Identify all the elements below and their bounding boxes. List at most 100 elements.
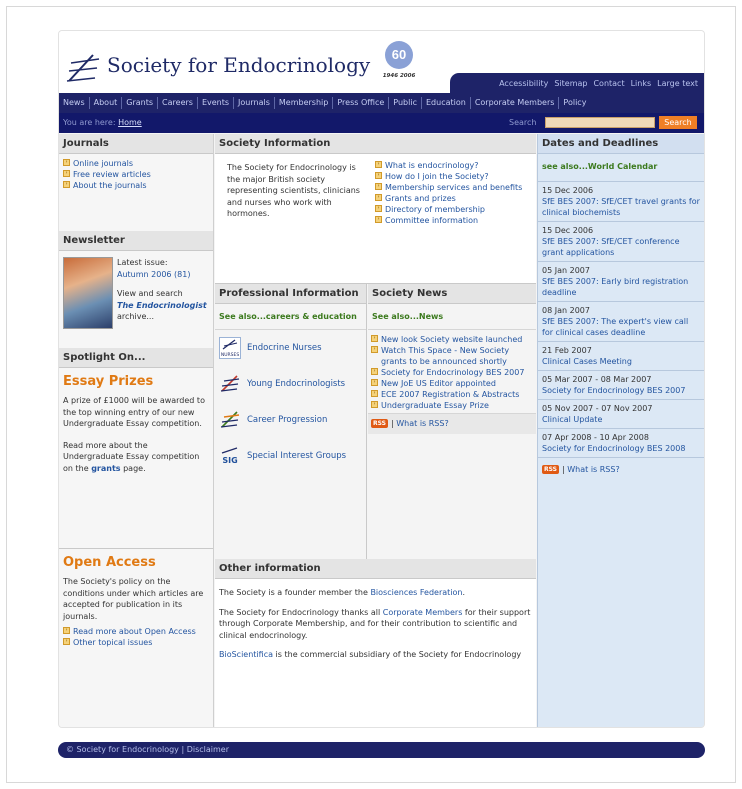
list-item[interactable]: 05 Mar 2007 - 08 Mar 2007 Society for End…: [538, 371, 704, 400]
see-also-news-link[interactable]: News: [419, 312, 443, 321]
journal-link-online[interactable]: Online journals: [73, 159, 133, 168]
news-link[interactable]: ECE 2007 Registration & Abstracts: [381, 390, 519, 399]
newsletter-cover-image[interactable]: [63, 257, 113, 329]
list-item[interactable]: › Undergraduate Essay Prize: [371, 400, 533, 411]
event-link[interactable]: SfE BES 2007: Early bird registration de…: [542, 276, 700, 298]
list-item[interactable]: › Free review articles: [63, 169, 209, 180]
site-title[interactable]: Society for Endocrinology: [107, 53, 370, 77]
list-item[interactable]: Young Endocrinologists: [215, 366, 366, 402]
list-item[interactable]: › Other topical issues: [63, 637, 209, 648]
list-item[interactable]: › ECE 2007 Registration & Abstracts: [371, 389, 533, 400]
list-item[interactable]: › What is endocrinology?: [375, 160, 527, 171]
nav-journals[interactable]: Journals: [234, 97, 275, 109]
utility-link-large-text[interactable]: Large text: [657, 79, 698, 88]
bullet-icon: ›: [375, 216, 382, 223]
spotlight-title[interactable]: Essay Prizes: [63, 374, 209, 389]
open-access-title[interactable]: Open Access: [63, 555, 209, 570]
list-item[interactable]: › About the journals: [63, 180, 209, 191]
info-link[interactable]: Directory of membership: [385, 205, 485, 214]
nav-membership[interactable]: Membership: [275, 97, 334, 109]
list-item[interactable]: › New JoE US Editor appointed: [371, 378, 533, 389]
what-is-rss-link[interactable]: What is RSS?: [396, 419, 448, 428]
utility-link-accessibility[interactable]: Accessibility: [499, 79, 548, 88]
nav-careers[interactable]: Careers: [158, 97, 198, 109]
nav-education[interactable]: Education: [422, 97, 471, 109]
society-logo-icon[interactable]: [63, 51, 103, 87]
list-item[interactable]: 05 Jan 2007 SfE BES 2007: Early bird regi…: [538, 262, 704, 302]
news-link[interactable]: Society for Endocrinology BES 2007: [381, 368, 524, 377]
footer-text[interactable]: © Society for Endocrinology | Disclaimer: [66, 745, 229, 754]
list-item[interactable]: › Read more about Open Access: [63, 626, 209, 637]
young-endocrinologists-link[interactable]: Young Endocrinologists: [247, 379, 345, 389]
list-item[interactable]: › Society for Endocrinology BES 2007: [371, 367, 533, 378]
list-item[interactable]: 15 Dec 2006 SfE BES 2007: SfE/CET travel …: [538, 182, 704, 222]
info-link[interactable]: Grants and prizes: [385, 194, 456, 203]
event-link[interactable]: Society for Endocrinology BES 2008: [542, 443, 700, 454]
event-link[interactable]: Clinical Update: [542, 414, 700, 425]
world-calendar-link[interactable]: World Calendar: [588, 162, 657, 171]
list-item[interactable]: 07 Apr 2008 - 10 Apr 2008 Society for End…: [538, 429, 704, 458]
info-link[interactable]: How do I join the Society?: [385, 172, 489, 181]
see-also-careers-link[interactable]: careers & education: [266, 312, 357, 321]
corporate-members-link[interactable]: Corporate Members: [383, 608, 463, 617]
rss-icon[interactable]: RSS: [371, 419, 388, 428]
nav-about[interactable]: About: [90, 97, 123, 109]
nurses-icon: NURSES: [219, 337, 241, 359]
info-link[interactable]: Membership services and benefits: [385, 183, 522, 192]
special-interest-groups-link[interactable]: Special Interest Groups: [247, 451, 346, 461]
list-item[interactable]: 05 Nov 2007 - 07 Nov 2007 Clinical Update: [538, 400, 704, 429]
endocrine-nurses-link[interactable]: Endocrine Nurses: [247, 343, 322, 353]
rss-icon[interactable]: RSS: [542, 465, 559, 474]
utility-link-sitemap[interactable]: Sitemap: [554, 79, 587, 88]
event-link[interactable]: SfE BES 2007: SfE/CET conference grant a…: [542, 236, 700, 258]
breadcrumb-home-link[interactable]: Home: [118, 118, 142, 127]
nav-corporate-members[interactable]: Corporate Members: [471, 97, 560, 109]
nav-news[interactable]: News: [59, 97, 90, 109]
list-item[interactable]: NURSES Endocrine Nurses: [215, 330, 366, 366]
nav-press-office[interactable]: Press Office: [333, 97, 390, 109]
list-item[interactable]: › Membership services and benefits: [375, 182, 527, 193]
topical-issues-link[interactable]: Other topical issues: [73, 638, 152, 647]
nav-policy[interactable]: Policy: [559, 97, 590, 109]
what-is-rss-link[interactable]: What is RSS?: [567, 465, 619, 474]
search-input[interactable]: [545, 117, 655, 128]
newsletter-latest-link[interactable]: Autumn 2006 (81): [117, 269, 212, 281]
list-item[interactable]: › Grants and prizes: [375, 193, 527, 204]
list-item[interactable]: 15 Dec 2006 SfE BES 2007: SfE/CET confere…: [538, 222, 704, 262]
utility-link-links[interactable]: Links: [631, 79, 652, 88]
event-link[interactable]: Society for Endocrinology BES 2007: [542, 385, 700, 396]
list-item[interactable]: › Directory of membership: [375, 204, 527, 215]
list-item[interactable]: 21 Feb 2007 Clinical Cases Meeting: [538, 342, 704, 371]
list-item[interactable]: › New look Society website launched: [371, 334, 533, 345]
info-link[interactable]: Committee information: [385, 216, 478, 225]
journal-link-about[interactable]: About the journals: [73, 181, 147, 190]
list-item[interactable]: › How do I join the Society?: [375, 171, 527, 182]
journal-link-free-reviews[interactable]: Free review articles: [73, 170, 151, 179]
news-link[interactable]: New look Society website launched: [381, 335, 522, 344]
newsletter-archive-link[interactable]: The Endocrinologist: [117, 300, 212, 312]
nav-grants[interactable]: Grants: [122, 97, 159, 109]
bullet-icon: ›: [371, 335, 378, 342]
list-item[interactable]: › Watch This Space - New Society grants t…: [371, 345, 533, 367]
list-item[interactable]: 08 Jan 2007 SfE BES 2007: The expert's vi…: [538, 302, 704, 342]
news-link[interactable]: Watch This Space - New Society grants to…: [381, 346, 509, 366]
utility-link-contact[interactable]: Contact: [593, 79, 624, 88]
search-button[interactable]: Search: [659, 116, 697, 129]
news-link[interactable]: Undergraduate Essay Prize: [381, 401, 489, 410]
event-link[interactable]: SfE BES 2007: SfE/CET travel grants for …: [542, 196, 700, 218]
career-progression-link[interactable]: Career Progression: [247, 415, 327, 425]
info-link[interactable]: What is endocrinology?: [385, 161, 479, 170]
list-item[interactable]: › Online journals: [63, 158, 209, 169]
open-access-link[interactable]: Read more about Open Access: [73, 627, 196, 636]
nav-events[interactable]: Events: [198, 97, 235, 109]
list-item[interactable]: Career Progression: [215, 402, 366, 438]
news-link[interactable]: New JoE US Editor appointed: [381, 379, 496, 388]
bioscientifica-link[interactable]: BioScientifica: [219, 650, 273, 659]
list-item[interactable]: SIG Special Interest Groups: [215, 438, 366, 474]
list-item[interactable]: › Committee information: [375, 215, 527, 226]
biosciences-federation-link[interactable]: Biosciences Federation: [370, 588, 462, 597]
event-link[interactable]: Clinical Cases Meeting: [542, 356, 700, 367]
event-link[interactable]: SfE BES 2007: The expert's view call for…: [542, 316, 700, 338]
nav-public[interactable]: Public: [389, 97, 422, 109]
spotlight-grants-link[interactable]: grants: [91, 464, 120, 473]
